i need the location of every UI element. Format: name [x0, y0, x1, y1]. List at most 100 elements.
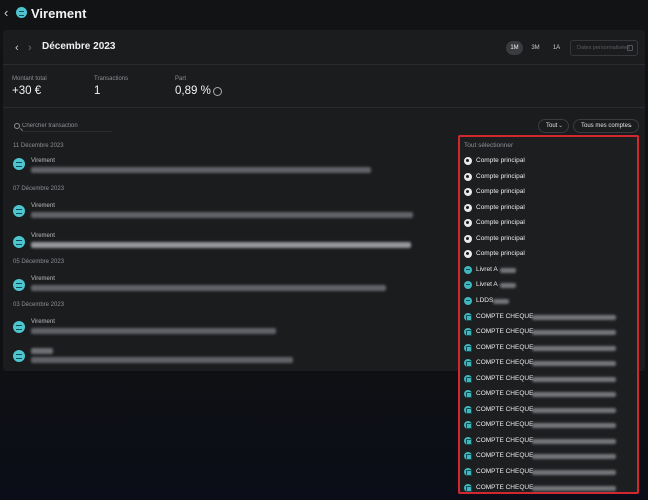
account-option[interactable]: COMPTE CHEQUE — [463, 387, 635, 401]
transaction-detail — [31, 357, 293, 363]
account-option-label: Compte principal — [476, 172, 525, 180]
main-account-icon — [464, 157, 472, 165]
date-header: 03 Décembre 2023 — [13, 302, 65, 308]
account-option[interactable]: COMPTE CHEQUE — [463, 341, 635, 355]
accounts-filter-label: Tous mes comptes — [581, 123, 632, 129]
main-account-icon — [464, 234, 472, 243]
main-account-icon — [464, 172, 472, 181]
account-option[interactable]: COMPTE CHEQUE — [463, 310, 635, 324]
stats-row: Montant total +30 € Transactions 1 Part … — [3, 66, 645, 108]
account-owner-redacted — [532, 314, 616, 320]
transfer-icon — [13, 279, 25, 291]
account-option-label: COMPTE CHEQUE — [476, 468, 534, 475]
account-option[interactable]: LDDS — [463, 294, 635, 308]
account-option[interactable]: Livret A — [463, 278, 635, 292]
account-option-label: COMPTE CHEQUE — [476, 436, 534, 444]
count-label: Transactions — [94, 76, 129, 82]
bank-account-icon — [464, 312, 472, 321]
savings-account-icon — [464, 296, 472, 305]
transfer-icon — [13, 236, 25, 248]
account-option-label: Compte principal — [476, 188, 525, 196]
transaction-detail — [31, 328, 276, 334]
main-account-icon — [464, 203, 472, 212]
account-option-label: Compte principal — [476, 219, 525, 227]
custom-dates-button[interactable]: Dates personnalisées — [570, 40, 638, 56]
bank-account-icon — [464, 468, 472, 476]
type-filter-label: Tout — [546, 123, 558, 129]
account-owner-redacted — [532, 423, 616, 429]
transaction-title: Virement — [31, 203, 55, 209]
transaction-title — [31, 348, 53, 354]
bank-account-icon — [464, 359, 472, 368]
transaction-detail — [31, 242, 411, 248]
range-1m-button[interactable]: 1M — [506, 41, 523, 55]
main-account-icon — [464, 219, 472, 228]
chevron-down-icon: ⌄ — [557, 123, 563, 129]
chevron-left-icon[interactable]: ‹ — [4, 6, 16, 20]
account-option[interactable]: Compte principal — [463, 185, 635, 199]
range-3m-button[interactable]: 3M — [527, 41, 544, 55]
account-option[interactable]: COMPTE CHEQUE — [463, 434, 635, 448]
bank-account-icon — [464, 374, 472, 383]
previous-period-icon[interactable]: ‹ — [15, 42, 19, 54]
search-input[interactable] — [22, 121, 112, 132]
account-owner-redacted — [493, 298, 509, 304]
count-value: 1 — [94, 85, 101, 97]
account-option[interactable]: COMPTE CHEQUE — [463, 372, 635, 386]
chevron-down-icon: ⌄ — [627, 123, 633, 129]
account-owner-redacted — [500, 283, 516, 289]
search-icon — [14, 123, 20, 129]
account-option[interactable]: Compte principal — [463, 201, 635, 215]
period-bar: ‹ › Décembre 2023 ⌄ 1M 3M 1A Dates perso… — [3, 30, 645, 65]
type-filter-button[interactable]: Tout ⌄ — [538, 119, 569, 133]
range-1a-button[interactable]: 1A — [548, 41, 565, 55]
account-option-label: Compte principal — [476, 203, 525, 211]
accounts-filter-button[interactable]: Tous mes comptes ⌄ — [573, 119, 639, 133]
account-option[interactable]: Compte principal — [463, 216, 635, 230]
calendar-icon — [627, 45, 633, 51]
account-option[interactable]: COMPTE CHEQUE — [463, 481, 635, 495]
page-title: Virement — [31, 6, 87, 21]
transfer-icon — [13, 321, 25, 333]
select-all-option[interactable]: Tout sélectionner — [464, 142, 513, 149]
date-header: 11 Décembre 2023 — [13, 143, 64, 149]
chevron-down-icon[interactable]: ⌄ — [106, 42, 113, 51]
bank-account-icon — [464, 483, 472, 492]
account-option[interactable]: Compte principal — [463, 247, 635, 261]
account-option[interactable]: COMPTE CHEQUE — [463, 403, 635, 417]
account-option[interactable]: COMPTE CHEQUE — [463, 449, 635, 463]
bank-account-icon — [464, 328, 472, 337]
account-option-label: Compte principal — [476, 234, 525, 242]
account-option[interactable]: Compte principal — [463, 154, 635, 168]
account-option[interactable]: COMPTE CHEQUE — [463, 418, 635, 432]
account-owner-redacted — [500, 267, 516, 273]
account-option[interactable]: Compte principal — [463, 170, 635, 184]
account-option-label: COMPTE CHEQUE — [476, 421, 534, 429]
account-option[interactable]: Compte principal — [463, 232, 635, 246]
account-option-label: COMPTE CHEQUE — [476, 312, 534, 320]
account-option-label: COMPTE CHEQUE — [476, 390, 534, 398]
share-ring-icon — [213, 87, 222, 96]
account-option-label: COMPTE CHEQUE — [476, 452, 534, 460]
account-option[interactable]: COMPTE CHEQUE — [463, 325, 635, 339]
account-owner-redacted — [532, 376, 616, 382]
transaction-title: Virement — [31, 158, 55, 164]
account-option-label: Compte principal — [476, 157, 525, 164]
account-owner-redacted — [532, 345, 616, 351]
savings-account-icon — [464, 281, 472, 290]
total-label: Montant total — [12, 76, 47, 82]
main-account-icon — [464, 188, 472, 197]
transaction-detail — [31, 212, 413, 218]
account-owner-redacted — [532, 407, 616, 413]
period-selector[interactable]: Décembre 2023 — [42, 41, 115, 52]
account-option-label: Compte principal — [476, 250, 525, 258]
account-option[interactable]: COMPTE CHEQUE — [463, 465, 635, 479]
transfer-icon — [16, 7, 27, 18]
account-option[interactable]: COMPTE CHEQUE — [463, 356, 635, 370]
account-option-label: COMPTE CHEQUE — [476, 374, 534, 382]
next-period-icon[interactable]: › — [28, 42, 32, 54]
account-option[interactable]: Livret A — [463, 263, 635, 277]
savings-account-icon — [464, 265, 472, 274]
account-owner-redacted — [532, 438, 616, 444]
account-owner-redacted — [532, 392, 616, 398]
